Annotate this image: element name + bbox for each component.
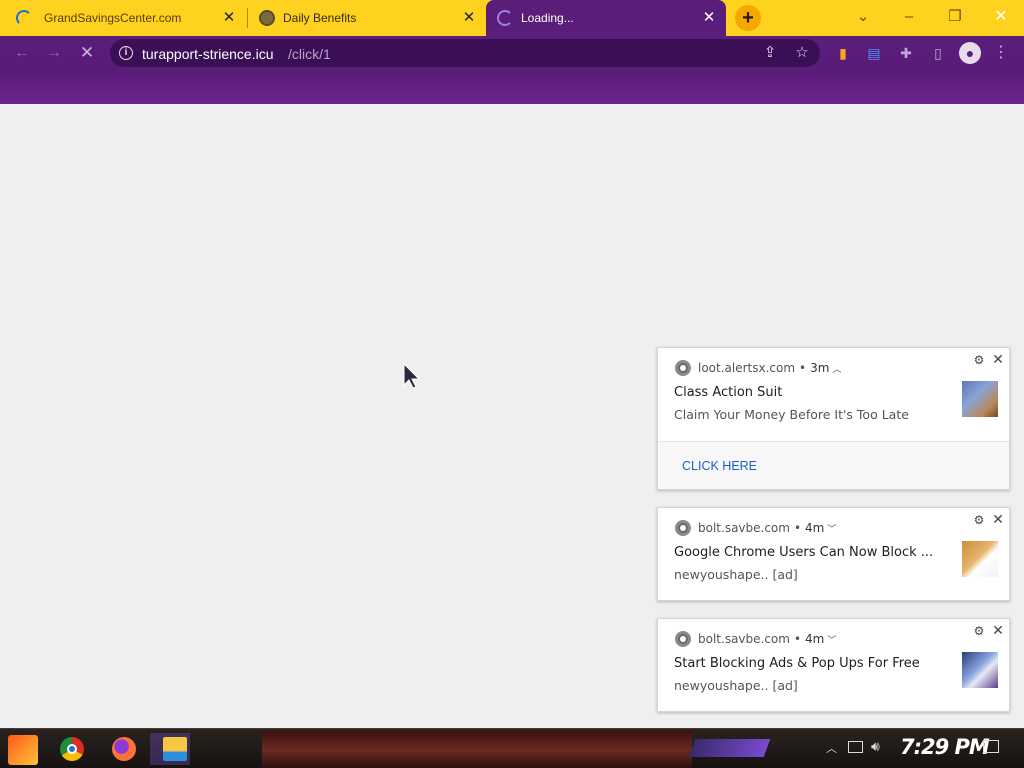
notification-footer: CLICK HERE bbox=[658, 442, 1009, 489]
profile-avatar-icon[interactable]: ● bbox=[959, 42, 981, 64]
volume-icon[interactable]: 🔊︎ bbox=[871, 738, 880, 755]
info-icon[interactable]: i bbox=[119, 46, 133, 60]
loading-spinner-icon bbox=[16, 10, 32, 26]
extension-notes-icon[interactable]: ▤ bbox=[864, 43, 884, 63]
notification-toast[interactable]: bolt.savbe.com • 4m ﹀ ⚙ ✕ Google Chrome Use… bbox=[657, 507, 1010, 601]
notification-body: newyoushape.. [ad] bbox=[674, 678, 798, 693]
browser-toolbar: ← → ✕ i turapport-strience.icu /click/1 … bbox=[0, 36, 1024, 104]
start-button[interactable] bbox=[8, 735, 38, 765]
globe-icon bbox=[259, 10, 275, 26]
url-path: /click/1 bbox=[288, 46, 331, 62]
tab-loading[interactable]: Loading... ✕ bbox=[486, 0, 726, 36]
notification-origin: bolt.savbe.com • 4m ﹀ bbox=[698, 521, 837, 535]
notification-origin: loot.alertsx.com • 3m ︿ bbox=[698, 361, 842, 375]
notification-thumbnail bbox=[962, 381, 998, 417]
click-here-button[interactable]: CLICK HERE bbox=[682, 459, 757, 473]
notification-thumbnail bbox=[962, 652, 998, 688]
chevron-down-icon[interactable]: ﹀ bbox=[827, 636, 836, 646]
notification-age: 4m bbox=[805, 632, 825, 646]
minimize-icon[interactable]: – bbox=[897, 5, 921, 29]
notification-body: newyoushape.. [ad] bbox=[674, 567, 798, 582]
taskbar-theme-decoration bbox=[262, 731, 692, 768]
chrome-icon[interactable] bbox=[60, 737, 84, 761]
side-panel-icon[interactable]: ▯ bbox=[928, 43, 948, 63]
back-arrow-icon[interactable]: ← bbox=[10, 43, 34, 63]
file-explorer-icon[interactable] bbox=[163, 737, 187, 761]
notification-age: 4m bbox=[805, 521, 825, 535]
share-icon[interactable]: ⇪ bbox=[760, 43, 780, 63]
chrome-icon bbox=[675, 360, 691, 376]
close-icon[interactable]: ✕ bbox=[990, 512, 1006, 528]
chevron-down-icon[interactable]: ⌄ bbox=[851, 5, 875, 29]
notification-center-icon[interactable] bbox=[983, 740, 999, 753]
stop-loading-icon[interactable]: ✕ bbox=[75, 43, 99, 63]
url-host: turapport-strience.icu bbox=[142, 46, 274, 62]
chevron-down-icon[interactable]: ﹀ bbox=[827, 525, 836, 535]
new-tab-button[interactable]: + bbox=[735, 5, 761, 31]
notification-title: Class Action Suit bbox=[674, 385, 783, 400]
close-icon[interactable]: ✕ bbox=[990, 352, 1006, 368]
window-close-icon[interactable]: ✕ bbox=[989, 5, 1013, 29]
restore-icon[interactable]: ❐ bbox=[943, 5, 967, 29]
notification-toast[interactable]: bolt.savbe.com • 4m ﹀ ⚙ ✕ Start Blocking Ad… bbox=[657, 618, 1010, 712]
close-icon[interactable]: ✕ bbox=[460, 9, 478, 27]
chrome-icon bbox=[675, 631, 691, 647]
network-icon[interactable] bbox=[848, 741, 863, 753]
taskbar: ︿ 🔊︎ 7:29 PM bbox=[0, 728, 1024, 768]
extension-chart-icon[interactable]: ▮ bbox=[833, 43, 853, 63]
origin-host: bolt.savbe.com bbox=[698, 521, 790, 535]
notification-toast[interactable]: loot.alertsx.com • 3m ︿ ⚙ ✕ Class Action Su… bbox=[657, 347, 1010, 490]
bookmark-star-icon[interactable]: ☆ bbox=[792, 43, 812, 63]
taskbar-clock[interactable]: 7:29 PM bbox=[900, 735, 990, 759]
mouse-cursor-icon bbox=[403, 363, 421, 389]
gear-icon[interactable]: ⚙ bbox=[972, 353, 986, 367]
tab-title: Daily Benefits bbox=[283, 11, 357, 25]
kebab-menu-icon[interactable]: ⋮ bbox=[993, 42, 1009, 64]
notification-thumbnail bbox=[962, 541, 998, 577]
loading-spinner-icon bbox=[497, 10, 513, 26]
tab-title: Loading... bbox=[521, 11, 574, 25]
tab-grandsavingscenter[interactable]: GrandSavingsCenter.com ✕ bbox=[0, 0, 246, 36]
notification-title: Google Chrome Users Can Now Block ... bbox=[674, 545, 934, 560]
close-icon[interactable]: ✕ bbox=[990, 623, 1006, 639]
tab-strip: GrandSavingsCenter.com ✕ Daily Benefits … bbox=[0, 0, 1024, 36]
tab-title: GrandSavingsCenter.com bbox=[44, 11, 182, 25]
extensions-puzzle-icon[interactable]: ✚ bbox=[896, 43, 916, 63]
gear-icon[interactable]: ⚙ bbox=[972, 624, 986, 638]
close-icon[interactable]: ✕ bbox=[700, 9, 718, 27]
notification-title: Start Blocking Ads & Pop Ups For Free bbox=[674, 656, 920, 671]
notification-age: 3m bbox=[810, 361, 830, 375]
firefox-icon[interactable] bbox=[112, 737, 136, 761]
chevron-up-icon[interactable]: ︿ bbox=[832, 365, 841, 375]
chrome-icon bbox=[675, 520, 691, 536]
forward-arrow-icon[interactable]: → bbox=[42, 43, 66, 63]
notification-body: Claim Your Money Before It's Too Late bbox=[674, 407, 909, 422]
chevron-up-icon[interactable]: ︿ bbox=[826, 740, 837, 756]
address-bar[interactable]: i turapport-strience.icu /click/1 ⇪ ☆ bbox=[110, 39, 820, 67]
origin-host: bolt.savbe.com bbox=[698, 632, 790, 646]
gear-icon[interactable]: ⚙ bbox=[972, 513, 986, 527]
taskbar-theme-decoration bbox=[688, 739, 771, 757]
tab-daily-benefits[interactable]: Daily Benefits ✕ bbox=[248, 0, 486, 36]
close-icon[interactable]: ✕ bbox=[220, 9, 238, 27]
origin-host: loot.alertsx.com bbox=[698, 361, 796, 375]
notification-origin: bolt.savbe.com • 4m ﹀ bbox=[698, 632, 837, 646]
